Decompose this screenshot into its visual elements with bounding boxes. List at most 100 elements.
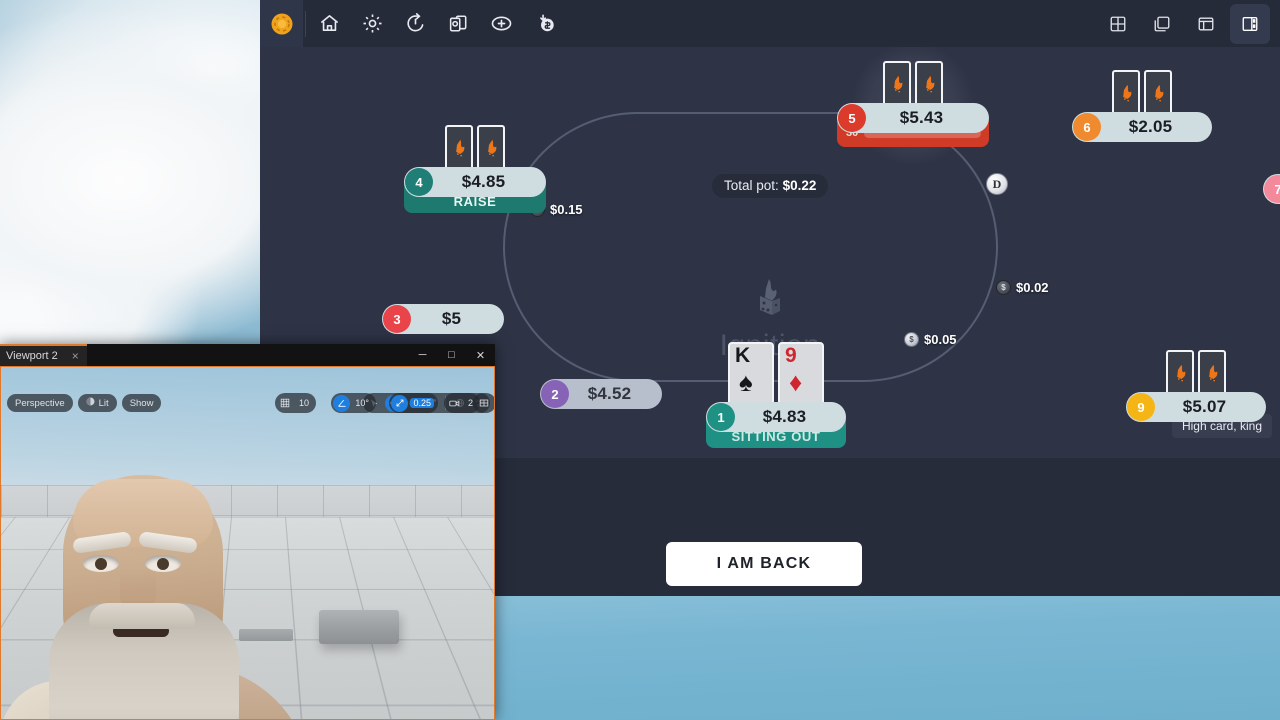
cards-icon[interactable] [437,0,480,47]
viewport-title-bar: Viewport 2 × ─ □ ✕ [0,344,495,366]
seat-9-badge: 9 [1127,393,1155,421]
character-pupil-right [157,558,169,570]
stack-layout-icon[interactable] [1186,4,1226,44]
seat-2[interactable]: 2 $4.52 [540,379,662,409]
close-icon[interactable]: × [72,349,79,363]
seat-4-badge: 4 [405,168,433,196]
seat-3-stack: $5 [441,309,462,328]
minimize-button[interactable]: ─ [408,344,437,366]
seat-6-badge: 6 [1073,113,1101,141]
character-mustache [89,603,195,629]
lit-dropdown[interactable]: Lit [77,394,117,412]
seat-2-badge: 2 [541,380,569,408]
card-back [1112,70,1140,118]
seat-2-stack: $4.52 [587,384,632,403]
close-button[interactable]: ✕ [466,344,495,366]
viewport-layout-group[interactable] [473,393,494,413]
seat-9-hole-cards [1126,350,1266,398]
plus-circle-icon[interactable] [480,0,523,47]
seat-5-plate[interactable]: 5 $5.43 [837,103,989,133]
card-back [915,61,943,109]
bet-chip-icon: $ [904,332,919,347]
seat-1-plate[interactable]: 1 $4.83 [706,402,846,432]
seat-8-bet: $ $0.02 [996,280,1049,295]
scale-snap-icon[interactable] [391,394,409,412]
seat-6[interactable]: 6 $2.05 [1072,70,1212,142]
seat-6-hole-cards [1072,70,1212,118]
seat-5[interactable]: 5 $5.43 30 [837,47,989,167]
rotation-snap-group[interactable]: 10° [331,393,376,413]
split-layout-icon[interactable] [1230,3,1270,44]
viewport-3d-scene[interactable]: Perspective Lit Show 10 10° 0.25 2 [0,366,495,720]
scale-snap-value[interactable]: 0.25 [410,398,434,408]
rotation-snap-icon[interactable] [333,394,351,412]
seat-9-plate[interactable]: 9 $5.07 [1126,392,1266,422]
seat-7-hole-cards [1263,132,1280,180]
seat-3-badge: 3 [383,305,411,333]
bet-chip-icon: $ [996,280,1011,295]
chip-logo-icon[interactable] [260,0,303,47]
character-pupil-left [95,558,107,570]
seat-1[interactable]: K ♠ 9 ♦ 1 $4.83 SITTING OUT [706,342,846,448]
scale-snap-group[interactable]: 0.25 [389,393,438,413]
seat-7-plate[interactable]: 7 $2.29 [1263,174,1280,204]
seat-5-badge: 5 [838,104,866,132]
total-pot-amount: $0.22 [782,178,817,193]
seat-9-bet-amount: $0.05 [924,332,957,347]
grid-snap-value[interactable]: 10 [296,398,312,408]
seat-1-hole-cards: K ♠ 9 ♦ [706,342,846,408]
diamond-icon: ♦ [789,367,803,397]
card-back [1166,350,1194,398]
seat-5-hole-cards [837,61,989,109]
seat-9-bet: $ $0.05 [904,332,957,347]
history-icon[interactable] [394,0,437,47]
perspective-label: Perspective [15,397,65,409]
character-eye-left [83,555,119,572]
seat-9[interactable]: 9 $5.07 [1126,350,1266,422]
gear-icon[interactable] [351,0,394,47]
card-back [445,125,473,173]
lit-label: Lit [98,397,109,409]
viewport-tab[interactable]: Viewport 2 × [0,344,87,366]
rotation-snap-value[interactable]: 10° [352,398,372,408]
seat-4[interactable]: 4 $4.85 RAISE [404,125,546,213]
show-dropdown[interactable]: Show [121,394,162,412]
seat-1-badge: 1 [707,403,735,431]
card-back [1144,70,1172,118]
window-controls: ─ □ ✕ [408,344,495,366]
seat-6-stack: $2.05 [1128,117,1173,136]
scene-block-mesh [319,610,399,644]
toolbar-divider [305,10,306,37]
seat-6-plate[interactable]: 6 $2.05 [1072,112,1212,142]
grid-snap-icon[interactable] [277,395,294,412]
hole-card-1: K ♠ [728,342,774,408]
seat-3[interactable]: 3 $5 [382,304,504,334]
grid-layout-icon[interactable] [1098,4,1138,44]
unreal-viewport-window: Viewport 2 × ─ □ ✕ Perspective Lit Show … [0,344,495,720]
cascade-layout-icon[interactable] [1142,4,1182,44]
hole-card-2: 9 ♦ [778,342,824,408]
seat-5-stack: $5.43 [899,108,944,127]
total-pot-display: Total pot: $0.22 [712,174,829,198]
hand-cash-icon[interactable] [523,0,566,47]
seat-4-plate[interactable]: 4 $4.85 [404,167,546,197]
seat-2-plate[interactable]: 2 $4.52 [540,379,662,409]
card-back [477,125,505,173]
dealer-button: D [986,173,1008,195]
camera-icon[interactable] [446,395,463,412]
viewport-layout-icon[interactable] [475,395,492,412]
viewport-toolbar: Perspective Lit Show 10 10° 0.25 2 [1,391,494,415]
maximize-button[interactable]: □ [437,344,466,366]
seat-3-plate[interactable]: 3 $5 [382,304,504,334]
home-icon[interactable] [308,0,351,47]
character-model [1,475,311,719]
total-pot-label: Total pot: [724,178,779,193]
i-am-back-button[interactable]: I AM BACK [666,542,862,586]
viewport-tab-label: Viewport 2 [6,350,58,362]
poker-toolbar [260,0,1280,47]
perspective-dropdown[interactable]: Perspective [7,394,73,412]
grid-snap-group[interactable]: 10 [274,393,316,413]
seat-7[interactable]: 7 $2.29 [1263,132,1280,204]
seat-4-hole-cards [404,125,546,173]
seat-7-badge: 7 [1264,175,1280,203]
